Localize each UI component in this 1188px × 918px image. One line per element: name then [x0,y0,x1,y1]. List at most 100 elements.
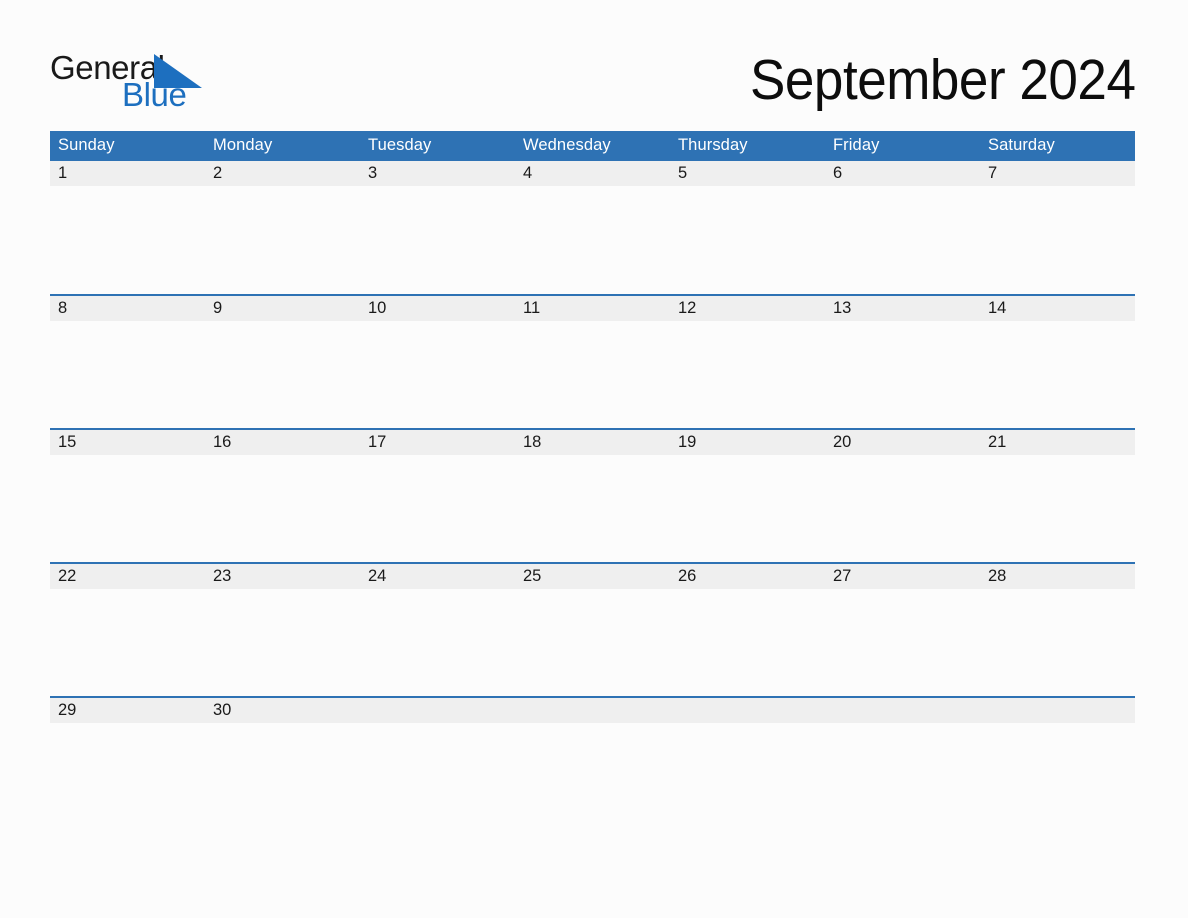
day-events-area[interactable] [980,589,1135,696]
day-cell-empty[interactable] [515,696,670,831]
day-number [825,698,980,723]
day-cell[interactable]: 19 [670,428,825,563]
day-events-area[interactable] [825,321,980,428]
day-cell[interactable]: 16 [205,428,360,563]
day-cell[interactable]: 11 [515,294,670,429]
day-cell[interactable]: 27 [825,562,980,697]
day-cell[interactable]: 14 [980,294,1135,429]
day-number: 9 [205,296,360,321]
day-events-area[interactable] [980,321,1135,428]
day-cell[interactable]: 9 [205,294,360,429]
day-cell[interactable]: 7 [980,161,1135,295]
day-cell[interactable]: 22 [50,562,205,697]
day-cell[interactable]: 20 [825,428,980,563]
day-events-area[interactable] [205,455,360,562]
day-events-area[interactable] [360,589,515,696]
day-events-area[interactable] [670,455,825,562]
day-events-area[interactable] [980,723,1135,830]
day-events-area[interactable] [360,723,515,830]
day-cell[interactable]: 10 [360,294,515,429]
calendar-page: General Blue September 2024 Sunday Monda… [0,0,1188,918]
day-events-area[interactable] [205,589,360,696]
day-events-area[interactable] [205,186,360,293]
day-cell[interactable]: 25 [515,562,670,697]
day-cell-empty[interactable] [980,696,1135,831]
day-number: 28 [980,564,1135,589]
day-events-area[interactable] [50,455,205,562]
day-events-area[interactable] [825,589,980,696]
day-cell-empty[interactable] [670,696,825,831]
calendar-week-row: 29 30 [50,696,1135,831]
day-number: 3 [360,161,515,186]
day-number: 24 [360,564,515,589]
day-number: 22 [50,564,205,589]
day-events-area[interactable] [670,186,825,293]
day-number [670,698,825,723]
day-number: 20 [825,430,980,455]
day-number [980,698,1135,723]
day-events-area[interactable] [515,723,670,830]
day-events-area[interactable] [515,589,670,696]
day-cell[interactable]: 28 [980,562,1135,697]
day-events-area[interactable] [515,455,670,562]
day-cell[interactable]: 26 [670,562,825,697]
day-cell[interactable]: 24 [360,562,515,697]
day-events-area[interactable] [515,321,670,428]
day-cell[interactable]: 12 [670,294,825,429]
day-cell-empty[interactable] [360,696,515,831]
day-events-area[interactable] [980,186,1135,293]
day-number: 7 [980,161,1135,186]
day-cell[interactable]: 29 [50,696,205,831]
day-cell[interactable]: 30 [205,696,360,831]
day-number: 16 [205,430,360,455]
day-cell[interactable]: 4 [515,161,670,295]
day-number: 25 [515,564,670,589]
day-cell-empty[interactable] [825,696,980,831]
day-number: 8 [50,296,205,321]
day-events-area[interactable] [50,589,205,696]
day-cell[interactable]: 3 [360,161,515,295]
day-cell[interactable]: 17 [360,428,515,563]
day-number: 6 [825,161,980,186]
day-events-area[interactable] [670,321,825,428]
calendar-body: 1 2 3 4 5 6 7 8 9 10 11 12 13 14 15 16 1… [50,161,1135,831]
day-number: 23 [205,564,360,589]
day-cell[interactable]: 13 [825,294,980,429]
day-cell[interactable]: 1 [50,161,205,295]
day-events-area[interactable] [50,186,205,293]
day-events-area[interactable] [670,723,825,830]
calendar-table: Sunday Monday Tuesday Wednesday Thursday… [50,131,1135,831]
day-events-area[interactable] [670,589,825,696]
day-cell[interactable]: 8 [50,294,205,429]
day-cell[interactable]: 18 [515,428,670,563]
day-number: 29 [50,698,205,723]
day-events-area[interactable] [360,186,515,293]
day-events-area[interactable] [980,455,1135,562]
day-events-area[interactable] [205,723,360,830]
day-events-area[interactable] [825,186,980,293]
day-number [515,698,670,723]
day-events-area[interactable] [360,321,515,428]
day-cell[interactable]: 6 [825,161,980,295]
day-events-area[interactable] [825,723,980,830]
day-cell[interactable]: 15 [50,428,205,563]
day-number [360,698,515,723]
day-events-area[interactable] [205,321,360,428]
day-number: 30 [205,698,360,723]
day-events-area[interactable] [825,455,980,562]
day-number: 5 [670,161,825,186]
day-events-area[interactable] [50,321,205,428]
day-number: 12 [670,296,825,321]
day-events-area[interactable] [515,186,670,293]
day-number: 26 [670,564,825,589]
day-number: 18 [515,430,670,455]
day-number: 2 [205,161,360,186]
day-cell[interactable]: 23 [205,562,360,697]
day-cell[interactable]: 5 [670,161,825,295]
day-number: 15 [50,430,205,455]
day-cell[interactable]: 2 [205,161,360,295]
day-events-area[interactable] [50,723,205,830]
day-events-area[interactable] [360,455,515,562]
day-cell[interactable]: 21 [980,428,1135,563]
day-number: 11 [515,296,670,321]
